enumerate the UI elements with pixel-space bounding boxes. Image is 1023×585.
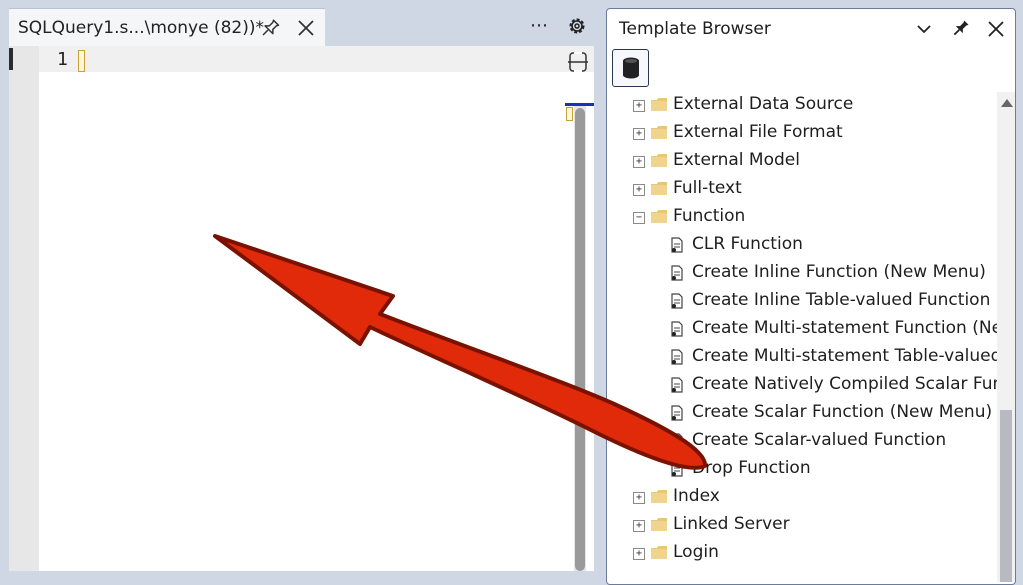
editor-scroll-thumb[interactable]	[575, 108, 585, 571]
close-icon[interactable]	[985, 18, 1007, 40]
tree-node-label: Create Inline Table-valued Function	[692, 290, 991, 310]
template-script-icon	[671, 461, 683, 477]
folder-icon	[651, 154, 667, 167]
expand-icon[interactable]: +	[633, 156, 645, 168]
expand-icon[interactable]: +	[633, 492, 645, 504]
tree-node-label: Drop Function	[692, 458, 811, 478]
split-editor-icon[interactable]	[567, 51, 589, 73]
tree-node-label: External Model	[673, 150, 800, 170]
template-script-icon	[671, 433, 683, 449]
tree-template-node[interactable]: Create Inline Table-valued Function	[607, 288, 997, 316]
collapse-icon[interactable]: −	[633, 212, 645, 224]
pin-icon[interactable]	[259, 17, 281, 39]
template-script-icon	[671, 405, 683, 421]
tree-template-node[interactable]: Drop Function	[607, 456, 997, 484]
tree-folder-node[interactable]: + Full-text	[607, 176, 997, 204]
tree-folder-node[interactable]: + Linked Server	[607, 512, 997, 540]
tree-template-node[interactable]: Create Inline Function (New Menu)	[607, 260, 997, 288]
database-engine-templates-button[interactable]	[612, 49, 649, 87]
pin-icon[interactable]	[949, 18, 971, 40]
line-change-marker	[9, 48, 13, 70]
tree-folder-node[interactable]: + External Model	[607, 148, 997, 176]
template-script-icon	[671, 237, 683, 253]
template-script-icon	[671, 377, 683, 393]
tree-folder-node[interactable]: − Function	[607, 204, 997, 232]
tree-node-label: Create Multi-statement Table-valued F	[692, 346, 997, 366]
tree-node-label: Create Scalar-valued Function	[692, 430, 947, 450]
tree-node-label: Index	[673, 486, 720, 506]
folder-icon	[651, 210, 667, 223]
tree-template-node[interactable]: Create Scalar Function (New Menu)	[607, 400, 997, 428]
tree-template-node[interactable]: Create Multi-statement Function (New	[607, 316, 997, 344]
tree-template-node[interactable]: CLR Function	[607, 232, 997, 260]
tree-template-node[interactable]: Create Multi-statement Table-valued F	[607, 344, 997, 372]
tree-node-label: External Data Source	[673, 94, 854, 114]
sql-editor[interactable]: 1	[9, 46, 594, 571]
document-tab-strip: SQLQuery1.s...\monye (82))* ⋯	[0, 0, 598, 47]
database-icon	[623, 57, 639, 79]
template-tree-scrollbar[interactable]	[997, 92, 1015, 582]
overview-caret-marker	[566, 107, 573, 121]
tree-node-label: Create Inline Function (New Menu)	[692, 262, 986, 282]
expand-icon[interactable]: +	[633, 100, 645, 112]
tree-folder-node[interactable]: + Index	[607, 484, 997, 512]
template-script-icon	[671, 293, 683, 309]
tree-folder-node[interactable]: + External Data Source	[607, 92, 997, 120]
tree-template-node[interactable]: Create Natively Compiled Scalar Funct	[607, 372, 997, 400]
folder-icon	[651, 518, 667, 531]
template-browser-title: Template Browser	[619, 19, 771, 39]
text-caret	[78, 50, 85, 72]
tree-node-label: Create Multi-statement Function (New	[692, 318, 997, 338]
selection-margin	[9, 46, 39, 571]
expand-icon[interactable]: +	[633, 520, 645, 532]
folder-icon	[651, 126, 667, 139]
template-script-icon	[671, 265, 683, 281]
folder-icon	[651, 182, 667, 195]
tree-node-label: Full-text	[673, 178, 742, 198]
tree-node-label: Create Natively Compiled Scalar Funct	[692, 374, 997, 394]
template-script-icon	[671, 321, 683, 337]
tree-node-label: CLR Function	[692, 234, 803, 254]
template-script-icon	[671, 349, 683, 365]
folder-icon	[651, 546, 667, 559]
tree-node-label: Linked Server	[673, 514, 790, 534]
close-tab-icon[interactable]	[295, 17, 317, 39]
chevron-down-icon[interactable]	[913, 18, 935, 40]
tree-node-label: Create Scalar Function (New Menu)	[692, 402, 993, 422]
gear-icon[interactable]	[566, 15, 588, 37]
current-line-highlight	[9, 46, 594, 72]
expand-icon[interactable]: +	[633, 548, 645, 560]
template-tree-scroll-thumb[interactable]	[1000, 410, 1012, 582]
expand-icon[interactable]: +	[633, 184, 645, 196]
tree-folder-node[interactable]: + External File Format	[607, 120, 997, 148]
query-editor-pane: SQLQuery1.s...\monye (82))* ⋯ 1	[0, 0, 598, 571]
line-number: 1	[57, 49, 68, 70]
tree-node-label: External File Format	[673, 122, 843, 142]
tree-folder-node[interactable]: + Login	[607, 540, 997, 568]
tree-template-node[interactable]: Create Scalar-valued Function	[607, 428, 997, 456]
folder-icon	[651, 98, 667, 111]
tree-node-label: Function	[673, 206, 746, 226]
document-tab-title: SQLQuery1.s...\monye (82))*	[18, 18, 265, 38]
template-tree: + External Data Source + External File Form…	[607, 92, 997, 584]
template-browser-panel: Template Browser + External Data Source + E…	[606, 8, 1016, 585]
scroll-up-arrow-icon[interactable]	[1001, 99, 1013, 107]
more-options-icon[interactable]: ⋯	[530, 15, 549, 36]
folder-icon	[651, 490, 667, 503]
document-tab[interactable]: SQLQuery1.s...\monye (82))*	[9, 8, 325, 47]
tree-node-label: Login	[673, 542, 719, 562]
expand-icon[interactable]: +	[633, 128, 645, 140]
